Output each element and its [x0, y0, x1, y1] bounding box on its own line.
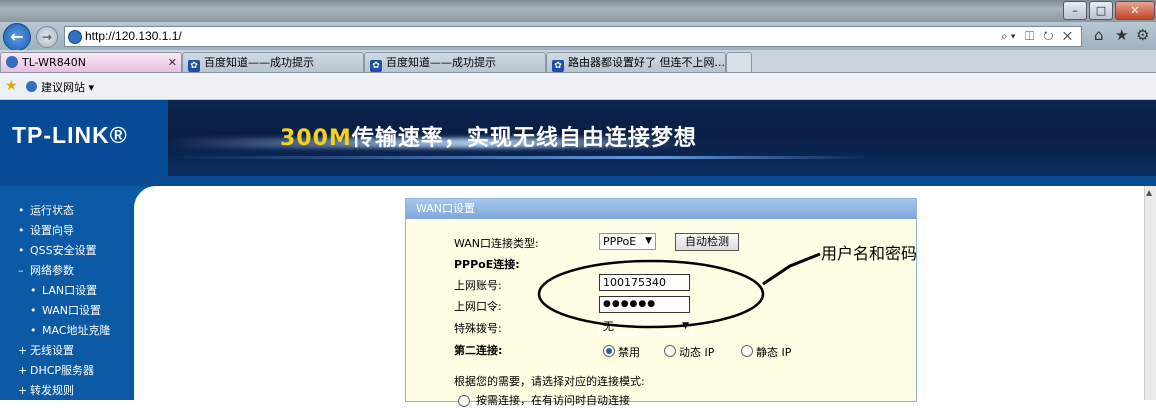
annotation-overlay: [537, 252, 821, 329]
annotation-ellipse: [537, 259, 765, 329]
annotation-pointer-line: [762, 252, 821, 286]
annotation-text: 用户名和密码: [821, 244, 918, 263]
